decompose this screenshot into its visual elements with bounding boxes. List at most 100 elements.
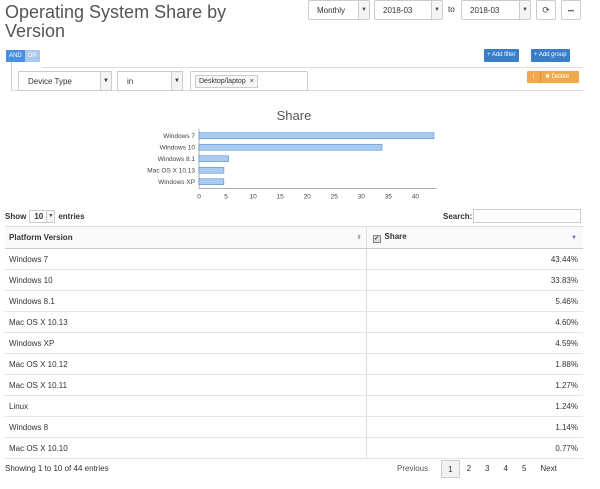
platform-cell: Windows 8.1 <box>5 290 366 312</box>
search-label: Search: <box>443 212 473 221</box>
page-size-select[interactable]: 10 ▼ <box>29 210 56 223</box>
delete-button[interactable]: i ✖ Delete <box>527 71 579 83</box>
table-row: Windows 10 33.83% <box>5 269 583 291</box>
platform-cell: Mac OS X 10.13 <box>5 311 366 333</box>
add-filter-button[interactable]: + Add filter <box>484 49 519 62</box>
period-value: Monthly <box>317 6 346 15</box>
refresh-button[interactable]: ⟳ <box>536 0 556 20</box>
share-cell: 0.77% <box>365 437 583 459</box>
platform-cell: Linux <box>5 395 366 417</box>
filter-field-value: Device Type <box>28 77 72 86</box>
page-button-3[interactable]: 3 <box>478 460 496 478</box>
and-toggle[interactable]: AND <box>6 50 25 62</box>
x-tick-label: 40 <box>412 194 420 201</box>
page-button-2[interactable]: 2 <box>460 460 478 478</box>
from-date-select[interactable]: 2018-03 ▼ <box>374 0 443 20</box>
filter-field-select[interactable]: Device Type ▼ <box>18 71 112 91</box>
table-row: Linux 1.24% <box>5 395 583 417</box>
more-button[interactable]: ••• <box>561 0 581 20</box>
page-button-4[interactable]: 4 <box>496 460 514 478</box>
sort-desc-icon: ▼ <box>571 235 577 241</box>
x-tick-label: 25 <box>331 194 339 201</box>
filter-operator-select[interactable]: in ▼ <box>117 71 183 91</box>
category-label: Windows 8.1 <box>158 156 196 163</box>
share-cell: 1.14% <box>365 416 583 438</box>
x-tick-label: 10 <box>249 194 257 201</box>
page-button-1[interactable]: 1 <box>441 460 460 478</box>
page-size-control: Show 10 ▼ entries <box>5 210 85 223</box>
chevron-down-icon: ▼ <box>46 211 55 222</box>
column-header-label: Share <box>384 232 407 241</box>
share-cell: 4.59% <box>365 332 583 354</box>
from-date-value: 2018-03 <box>383 6 413 15</box>
table-row: Mac OS X 10.13 4.60% <box>5 311 583 333</box>
table-row: Mac OS X 10.10 0.77% <box>5 437 583 459</box>
previous-button[interactable]: Previous <box>390 460 435 478</box>
entries-label: entries <box>58 212 85 221</box>
filter-value-text: Desktop/laptop <box>199 78 246 85</box>
share-cell: 1.27% <box>365 374 583 396</box>
ellipsis-icon: ••• <box>567 9 575 15</box>
platform-cell: Mac OS X 10.10 <box>5 437 366 459</box>
table-row: Windows 8.1 5.46% <box>5 290 583 312</box>
share-chart: Share Windows 7 Windows 10 Windows 8.1 Mac O… <box>147 108 437 201</box>
next-button[interactable]: Next <box>533 460 563 478</box>
bar <box>198 143 383 151</box>
x-tick-label: 20 <box>304 194 312 201</box>
category-label: Windows 10 <box>160 145 196 152</box>
share-cell: 33.83% <box>365 269 583 291</box>
to-date-select[interactable]: 2018-03 ▼ <box>461 0 531 20</box>
filter-group-divider <box>42 67 583 68</box>
page-button-5[interactable]: 5 <box>515 460 533 478</box>
platform-cell: Mac OS X 10.11 <box>5 374 366 396</box>
page-title: Operating System Share by Version <box>5 2 227 41</box>
page-size-value: 10 <box>34 212 44 221</box>
platform-cell: Mac OS X 10.12 <box>5 353 366 375</box>
add-group-button[interactable]: + Add group <box>531 49 570 62</box>
checkbox-icon[interactable]: ✓ <box>372 235 381 243</box>
table-row: Windows XP 4.59% <box>5 332 583 354</box>
bar <box>198 132 435 140</box>
to-label: to <box>448 5 455 14</box>
category-label: Windows 7 <box>163 133 195 140</box>
category-label: Windows XP <box>158 179 195 186</box>
delete-label: ✖ Delete <box>545 74 570 80</box>
share-cell: 1.24% <box>365 395 583 417</box>
chevron-down-icon: ▼ <box>519 1 530 19</box>
search-input[interactable] <box>473 209 581 223</box>
platform-cell: Windows 8 <box>5 416 366 438</box>
remove-tag-icon[interactable]: × <box>250 78 254 85</box>
x-tick-label: 30 <box>358 194 366 201</box>
and-or-toggle[interactable]: AND OR <box>6 50 40 62</box>
bar <box>198 155 229 163</box>
pagination: Previous 1 2 3 4 5 Next <box>390 460 564 478</box>
data-table: Platform Version ⬍ ✓ Share ▼ Windows 7 43.… <box>5 226 583 459</box>
filter-group-line <box>11 62 12 90</box>
table-row: Windows 8 1.14% <box>5 416 583 438</box>
filter-value-input[interactable]: Desktop/laptop × <box>190 71 308 91</box>
filter-value-tag: Desktop/laptop × <box>195 75 258 88</box>
filter-operator-value: in <box>127 77 134 86</box>
x-tick-label: 0 <box>197 194 201 201</box>
bar <box>198 166 225 174</box>
period-select[interactable]: Monthly ▼ <box>308 0 370 20</box>
sort-icon: ⬍ <box>356 235 362 241</box>
table-row: Windows 7 43.44% <box>5 248 583 270</box>
share-cell: 4.60% <box>365 311 583 333</box>
chevron-down-icon: ▼ <box>358 1 369 19</box>
column-header-share[interactable]: ✓ Share ▼ <box>365 226 583 249</box>
or-toggle[interactable]: OR <box>24 50 40 62</box>
chevron-down-icon: ▼ <box>171 72 182 90</box>
table-info: Showing 1 to 10 of 44 entries <box>5 464 109 473</box>
refresh-icon: ⟳ <box>542 5 550 15</box>
x-tick-label: 15 <box>277 194 285 201</box>
share-cell: 1.88% <box>365 353 583 375</box>
chevron-down-icon: ▼ <box>431 1 442 19</box>
share-cell: 5.46% <box>365 290 583 312</box>
bar <box>198 178 225 186</box>
info-icon: i <box>527 71 541 83</box>
platform-cell: Windows XP <box>5 332 366 354</box>
table-row: Mac OS X 10.12 1.88% <box>5 353 583 375</box>
share-cell: 43.44% <box>365 248 583 270</box>
column-header-platform[interactable]: Platform Version ⬍ <box>5 226 366 249</box>
